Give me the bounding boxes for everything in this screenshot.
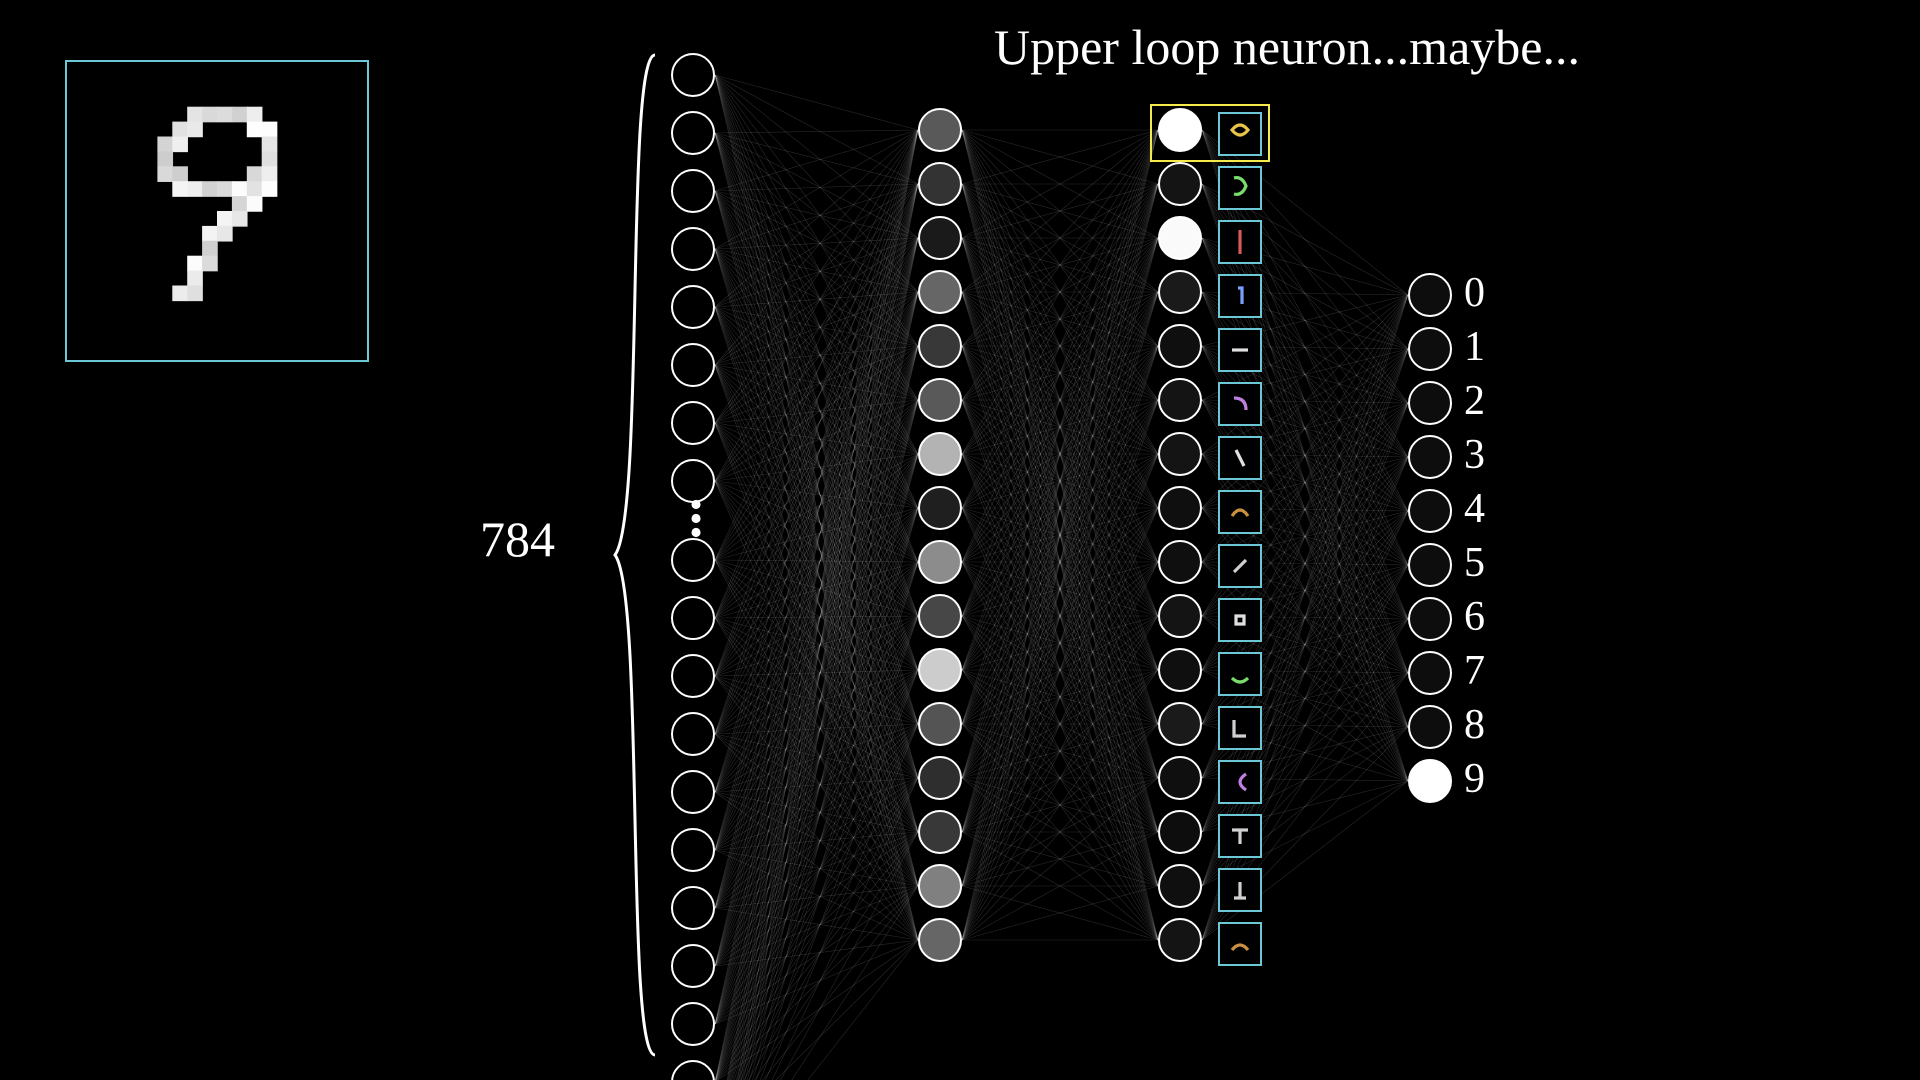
output-neuron bbox=[1408, 381, 1452, 425]
hidden2-neuron bbox=[1158, 648, 1202, 692]
input-neuron bbox=[671, 343, 715, 387]
hidden1-neuron bbox=[918, 108, 962, 152]
hidden2-neuron bbox=[1158, 540, 1202, 584]
output-label-2: 2 bbox=[1464, 377, 1485, 425]
output-neuron bbox=[1408, 651, 1452, 695]
feature-box-13 bbox=[1218, 814, 1262, 858]
hidden2-neuron bbox=[1158, 864, 1202, 908]
hidden1-neuron bbox=[918, 648, 962, 692]
input-neuron bbox=[671, 654, 715, 698]
feature-box-7 bbox=[1218, 490, 1262, 534]
feature-box-15 bbox=[1218, 922, 1262, 966]
input-neuron bbox=[671, 828, 715, 872]
output-label-0: 0 bbox=[1464, 269, 1485, 317]
diagram-title: Upper loop neuron...maybe... bbox=[994, 18, 1580, 76]
hidden2-neuron bbox=[1158, 594, 1202, 638]
input-neuron bbox=[671, 285, 715, 329]
hidden1-neuron bbox=[918, 324, 962, 368]
hidden1-neuron bbox=[918, 162, 962, 206]
feature-box-11 bbox=[1218, 706, 1262, 750]
hidden1-neuron bbox=[918, 594, 962, 638]
output-label-1: 1 bbox=[1464, 323, 1485, 371]
hidden2-neuron bbox=[1158, 756, 1202, 800]
output-label-9: 9 bbox=[1464, 755, 1485, 803]
hidden1-neuron bbox=[918, 756, 962, 800]
output-neuron bbox=[1408, 435, 1452, 479]
hidden2-neuron bbox=[1158, 324, 1202, 368]
input-neuron bbox=[671, 1060, 715, 1080]
feature-box-1 bbox=[1218, 166, 1262, 210]
hidden1-neuron bbox=[918, 432, 962, 476]
hidden1-neuron bbox=[918, 864, 962, 908]
feature-box-3 bbox=[1218, 274, 1262, 318]
hidden2-neuron bbox=[1158, 162, 1202, 206]
input-neuron bbox=[671, 401, 715, 445]
output-label-7: 7 bbox=[1464, 647, 1485, 695]
output-label-8: 8 bbox=[1464, 701, 1485, 749]
hidden1-neuron bbox=[918, 270, 962, 314]
hidden1-neuron bbox=[918, 702, 962, 746]
output-label-4: 4 bbox=[1464, 485, 1485, 533]
output-label-5: 5 bbox=[1464, 539, 1485, 587]
feature-box-8 bbox=[1218, 544, 1262, 588]
hidden1-neuron bbox=[918, 486, 962, 530]
hidden1-neuron bbox=[918, 216, 962, 260]
input-image-box bbox=[65, 60, 369, 362]
input-count-label: 784 bbox=[480, 510, 555, 568]
hidden2-neuron bbox=[1158, 378, 1202, 422]
hidden1-neuron bbox=[918, 810, 962, 854]
hidden2-neuron bbox=[1158, 918, 1202, 962]
input-digit-nine bbox=[67, 62, 367, 360]
hidden2-neuron bbox=[1158, 270, 1202, 314]
feature-box-9 bbox=[1218, 598, 1262, 642]
input-neuron bbox=[671, 944, 715, 988]
input-neuron bbox=[671, 770, 715, 814]
hidden2-neuron bbox=[1158, 810, 1202, 854]
input-neuron bbox=[671, 1002, 715, 1046]
input-brace bbox=[600, 50, 670, 1060]
input-neuron bbox=[671, 111, 715, 155]
input-neuron bbox=[671, 538, 715, 582]
hidden2-neuron bbox=[1158, 432, 1202, 476]
feature-box-0 bbox=[1218, 112, 1262, 156]
hidden2-neuron bbox=[1158, 108, 1202, 152]
hidden1-neuron bbox=[918, 378, 962, 422]
output-neuron bbox=[1408, 597, 1452, 641]
hidden1-neuron bbox=[918, 918, 962, 962]
output-neuron bbox=[1408, 705, 1452, 749]
input-neuron bbox=[671, 53, 715, 97]
output-neuron bbox=[1408, 273, 1452, 317]
output-label-3: 3 bbox=[1464, 431, 1485, 479]
feature-box-14 bbox=[1218, 868, 1262, 912]
feature-box-12 bbox=[1218, 760, 1262, 804]
input-neuron bbox=[671, 596, 715, 640]
input-neuron bbox=[671, 712, 715, 756]
output-neuron bbox=[1408, 759, 1452, 803]
feature-box-10 bbox=[1218, 652, 1262, 696]
input-neuron bbox=[671, 886, 715, 930]
hidden2-neuron bbox=[1158, 216, 1202, 260]
output-neuron bbox=[1408, 327, 1452, 371]
output-neuron bbox=[1408, 543, 1452, 587]
output-label-6: 6 bbox=[1464, 593, 1485, 641]
input-vdots: ••• bbox=[686, 498, 706, 540]
hidden2-neuron bbox=[1158, 486, 1202, 530]
feature-box-5 bbox=[1218, 382, 1262, 426]
input-neuron bbox=[671, 227, 715, 271]
feature-box-2 bbox=[1218, 220, 1262, 264]
hidden1-neuron bbox=[918, 540, 962, 584]
output-neuron bbox=[1408, 489, 1452, 533]
feature-box-4 bbox=[1218, 328, 1262, 372]
hidden2-neuron bbox=[1158, 702, 1202, 746]
input-neuron bbox=[671, 169, 715, 213]
feature-box-6 bbox=[1218, 436, 1262, 480]
